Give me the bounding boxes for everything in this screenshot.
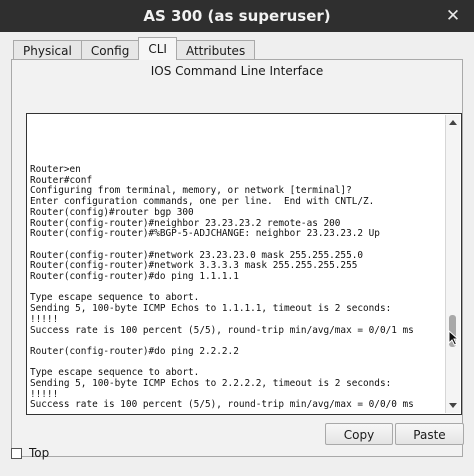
- panel-title: IOS Command Line Interface: [150, 64, 324, 78]
- tab-cli[interactable]: CLI: [138, 37, 177, 60]
- window-body: Physical Config CLI Attributes IOS Comma…: [0, 32, 474, 476]
- window-title: AS 300 (as superuser): [143, 7, 331, 25]
- terminal-output[interactable]: Router>en Router#conf Configuring from t…: [30, 164, 440, 411]
- close-icon[interactable]: ✕: [444, 7, 462, 25]
- top-option[interactable]: Top: [11, 446, 49, 460]
- vertical-scrollbar[interactable]: [445, 115, 460, 413]
- mouse-pointer-icon: [448, 330, 460, 346]
- tab-config[interactable]: Config: [80, 40, 140, 60]
- cli-panel: IOS Command Line Interface Router>en Rou…: [11, 59, 464, 457]
- chevron-down-icon[interactable]: [449, 403, 457, 408]
- chevron-up-icon[interactable]: [449, 120, 457, 125]
- top-label: Top: [29, 446, 50, 460]
- copy-button[interactable]: Copy: [325, 423, 393, 445]
- tab-attributes[interactable]: Attributes: [175, 40, 256, 60]
- window-titlebar[interactable]: AS 300 (as superuser) ✕: [0, 0, 474, 32]
- cli-terminal[interactable]: Router>en Router#conf Configuring from t…: [26, 113, 462, 415]
- top-checkbox[interactable]: [11, 447, 22, 459]
- tab-physical[interactable]: Physical: [13, 40, 82, 60]
- tab-bar: Physical Config CLI Attributes: [13, 37, 256, 60]
- paste-button[interactable]: Paste: [395, 423, 464, 445]
